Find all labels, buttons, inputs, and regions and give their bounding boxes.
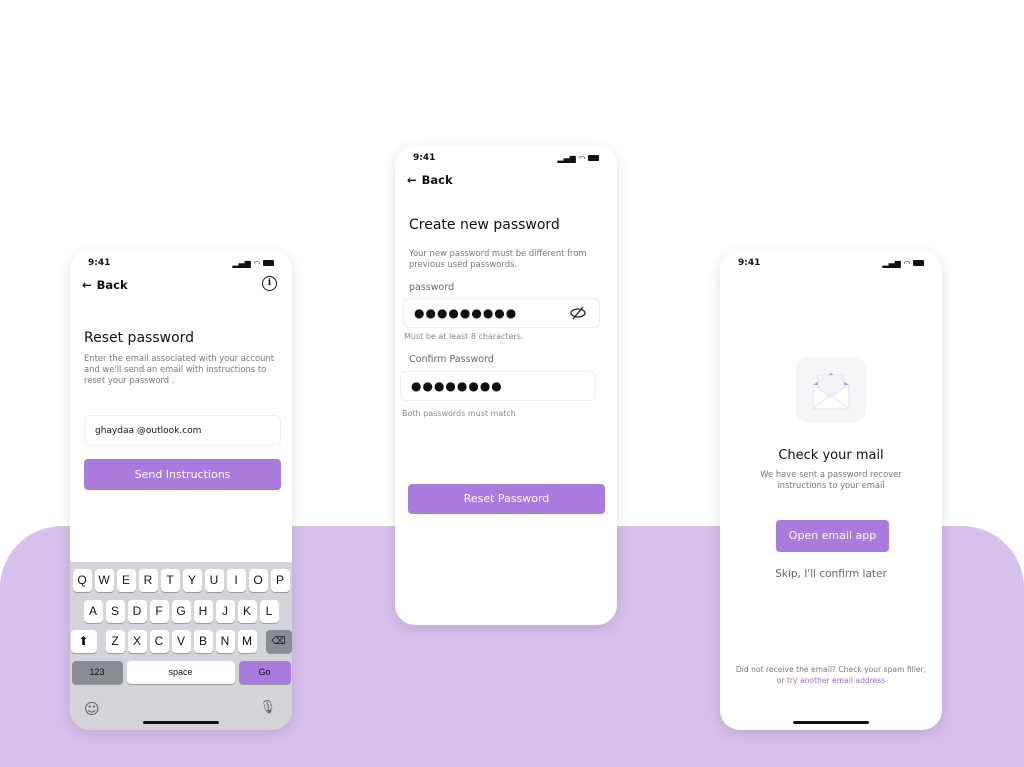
go-key[interactable]: Go bbox=[238, 661, 291, 684]
backspace-key[interactable]: ⌫ bbox=[265, 630, 292, 653]
numbers-key[interactable]: 123 bbox=[71, 661, 123, 684]
keyboard: QWERTYUIOP ASDFGHJKL ⬆ ZXCVBNM ⌫ 123 spa… bbox=[70, 562, 292, 730]
key-l[interactable]: L bbox=[259, 600, 279, 623]
battery-icon bbox=[588, 155, 599, 161]
page-description: We have sent a password recover instruct… bbox=[760, 469, 902, 490]
emoji-icon[interactable]: ☺ bbox=[84, 700, 100, 718]
key-b[interactable]: B bbox=[193, 630, 213, 653]
wifi-icon: ◠ bbox=[578, 153, 585, 163]
key-a[interactable]: A bbox=[83, 600, 103, 623]
password-label: password bbox=[409, 282, 455, 293]
page-title: Reset password bbox=[84, 330, 195, 346]
confirm-password-hint: Both passwords must match bbox=[402, 409, 516, 418]
confirm-password-value: ●●●●●●●● bbox=[411, 379, 503, 393]
footer-line2: or try another email address bbox=[720, 676, 942, 685]
email-input[interactable]: ghaydaa @outlook.com bbox=[84, 415, 281, 446]
footer-text: Did not receive the email? Check your sp… bbox=[735, 665, 927, 674]
key-n[interactable]: N bbox=[215, 630, 235, 653]
back-button[interactable]: ← Back bbox=[407, 173, 453, 187]
back-label: Back bbox=[421, 173, 453, 187]
password-hint: Must be at least 8 characters. bbox=[404, 332, 524, 341]
reset-password-button[interactable]: Reset Password bbox=[408, 484, 605, 514]
key-i[interactable]: I bbox=[226, 569, 246, 592]
password-input[interactable]: ●●●●●●●●● bbox=[403, 298, 600, 328]
key-v[interactable]: V bbox=[171, 630, 191, 653]
space-key[interactable]: space bbox=[126, 661, 235, 684]
status-bar: 9:41 ▂▄▆ ◠ bbox=[88, 257, 274, 269]
key-c[interactable]: C bbox=[149, 630, 169, 653]
arrow-left-icon: ← bbox=[407, 173, 417, 187]
key-y[interactable]: Y bbox=[182, 569, 202, 592]
confirm-password-label: Confirm Password bbox=[409, 354, 494, 365]
key-e[interactable]: E bbox=[116, 569, 136, 592]
key-u[interactable]: U bbox=[204, 569, 224, 592]
confirm-password-input[interactable]: ●●●●●●●● bbox=[400, 371, 596, 401]
key-q[interactable]: Q bbox=[72, 569, 92, 592]
page-title: Check your mail bbox=[778, 448, 884, 463]
key-d[interactable]: D bbox=[127, 600, 147, 623]
battery-icon bbox=[913, 260, 924, 266]
status-bar: 9:41 ▂▄▆ ◠ bbox=[413, 152, 599, 164]
footer-or: or bbox=[776, 676, 785, 685]
back-button[interactable]: ← Back bbox=[82, 278, 128, 292]
page-description: Your new password must be different from… bbox=[409, 248, 587, 269]
arrow-left-icon: ← bbox=[82, 278, 92, 292]
shift-key[interactable]: ⬆ bbox=[70, 630, 97, 653]
reset-password-screen: 9:41 ▂▄▆ ◠ ← Back i Reset password Enter t… bbox=[70, 250, 292, 730]
check-mail-screen: 9:41 ▂▄▆ ◠ Check your mail We have sent a… bbox=[720, 250, 942, 730]
key-s[interactable]: S bbox=[105, 600, 125, 623]
status-bar: 9:41 ▂▄▆ ◠ bbox=[738, 257, 924, 269]
key-m[interactable]: M bbox=[237, 630, 257, 653]
try-another-email-link[interactable]: try another email address bbox=[787, 676, 885, 685]
back-label: Back bbox=[96, 278, 128, 292]
skip-link[interactable]: Skip, I'll confirm later bbox=[720, 568, 942, 580]
key-o[interactable]: O bbox=[248, 569, 268, 592]
signal-icon: ▂▄▆ bbox=[232, 258, 251, 268]
home-indicator bbox=[793, 721, 869, 724]
key-f[interactable]: F bbox=[149, 600, 169, 623]
password-value: ●●●●●●●●● bbox=[414, 306, 518, 320]
info-icon[interactable]: i bbox=[262, 276, 277, 291]
eye-off-icon[interactable] bbox=[569, 306, 587, 320]
send-instructions-button[interactable]: Send Instructions bbox=[84, 459, 281, 490]
key-h[interactable]: H bbox=[193, 600, 213, 623]
microphone-icon[interactable]: 🎙 bbox=[259, 700, 276, 715]
key-g[interactable]: G bbox=[171, 600, 191, 623]
battery-icon bbox=[263, 260, 274, 266]
email-value: ghaydaa @outlook.com bbox=[95, 425, 202, 436]
status-time: 9:41 bbox=[413, 153, 436, 163]
key-z[interactable]: Z bbox=[105, 630, 125, 653]
signal-icon: ▂▄▆ bbox=[557, 153, 576, 163]
open-email-app-button[interactable]: Open email app bbox=[776, 520, 889, 552]
page-description: Enter the email associated with your acc… bbox=[84, 353, 275, 385]
key-j[interactable]: J bbox=[215, 600, 235, 623]
key-w[interactable]: W bbox=[94, 569, 114, 592]
key-x[interactable]: X bbox=[127, 630, 147, 653]
wifi-icon: ◠ bbox=[903, 258, 910, 268]
signal-icon: ▂▄▆ bbox=[882, 258, 901, 268]
home-indicator bbox=[143, 721, 219, 724]
status-time: 9:41 bbox=[738, 258, 761, 268]
wifi-icon: ◠ bbox=[253, 258, 260, 268]
page-title: Create new password bbox=[409, 217, 560, 233]
key-r[interactable]: R bbox=[138, 569, 158, 592]
key-p[interactable]: P bbox=[270, 569, 290, 592]
status-time: 9:41 bbox=[88, 258, 111, 268]
key-t[interactable]: T bbox=[160, 569, 180, 592]
create-password-screen: 9:41 ▂▄▆ ◠ ← Back Create new password Your… bbox=[395, 145, 617, 625]
mail-icon bbox=[796, 357, 866, 423]
key-k[interactable]: K bbox=[237, 600, 257, 623]
